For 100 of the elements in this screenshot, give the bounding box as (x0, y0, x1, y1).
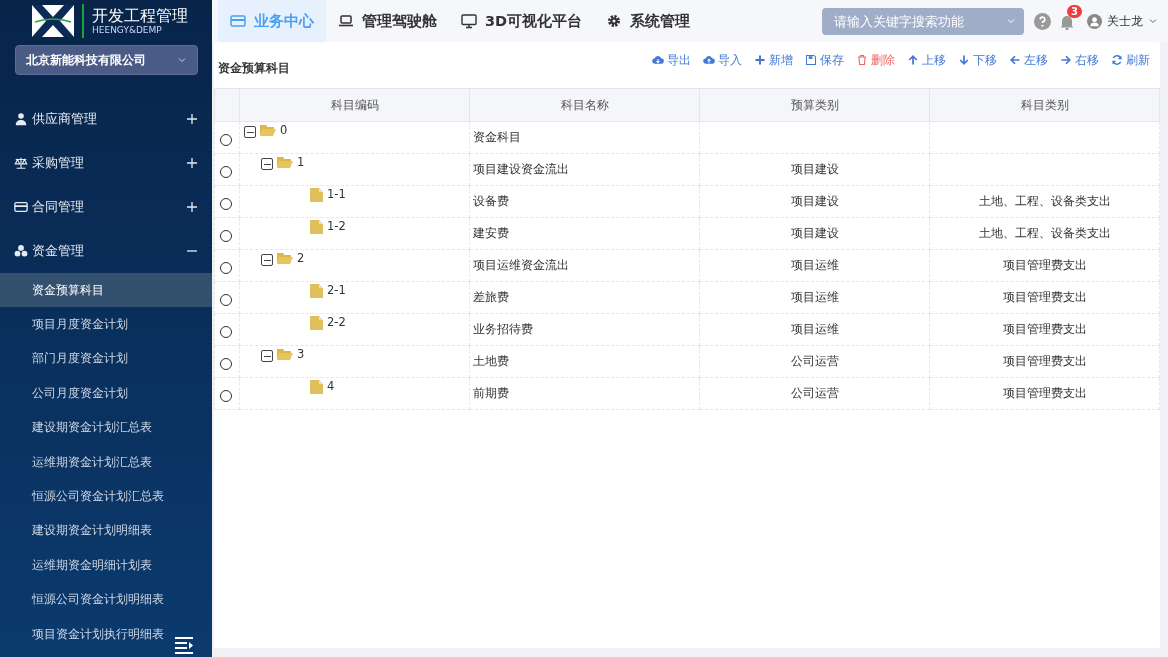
folder-icon (260, 124, 276, 137)
table-cell: 资金科目 (473, 130, 521, 144)
table-cell: 项目建设 (790, 194, 839, 208)
table-cell: 项目管理费支出 (1002, 386, 1087, 400)
file-icon (310, 284, 323, 298)
collapse-toggle[interactable] (261, 350, 273, 362)
table-cell: 项目管理费支出 (1002, 322, 1087, 336)
table-cell: 建安费 (473, 226, 509, 240)
notification-badge: 3 (1067, 5, 1082, 18)
tree-code: 1-1 (327, 187, 346, 201)
avatar-icon (1087, 13, 1102, 29)
sidebar-item[interactable]: 项目月度资金计划 (0, 307, 212, 342)
tree-code: 1-2 (327, 219, 346, 233)
chevron-down-icon (1006, 16, 1016, 26)
sidebar-group[interactable]: 采购管理 (0, 141, 212, 185)
toolbar-button[interactable]: 下移 (958, 51, 997, 69)
folder-icon (277, 348, 293, 361)
person-icon (14, 112, 28, 126)
sidebar-group[interactable]: 供应商管理 (0, 97, 212, 141)
tree-code: 0 (280, 123, 288, 137)
table-cell: 项目建设资金流出 (473, 162, 569, 176)
cloud-upload-icon (703, 54, 715, 66)
table-cell: 项目运维 (790, 322, 839, 336)
arrow-down-icon (958, 54, 970, 66)
column-header: 科目名称 (469, 88, 700, 122)
toolbar-button[interactable]: 导入 (703, 51, 742, 69)
help-icon[interactable] (1034, 12, 1051, 30)
nav-tab[interactable]: 3D可视化平台 (449, 0, 595, 42)
collapse-toggle[interactable] (244, 126, 256, 138)
search-box[interactable]: 请输入关键字搜索功能 (822, 7, 1024, 35)
sidebar-group[interactable]: 合同管理 (0, 185, 212, 229)
table-cell: 土地费 (473, 354, 509, 368)
monitor-icon (461, 13, 477, 29)
table-cell: 项目管理费支出 (1002, 354, 1087, 368)
plus-icon (186, 157, 198, 169)
column-header: 科目编码 (239, 88, 470, 122)
table-cell: 业务招待费 (473, 322, 533, 336)
arrow-up-icon (907, 54, 919, 66)
sidebar-group[interactable]: 资金管理 (0, 229, 212, 273)
plus-icon (186, 113, 198, 125)
table-cell: 项目管理费支出 (1002, 258, 1087, 272)
nav-tab[interactable]: 管理驾驶舱 (326, 0, 449, 42)
tree-code: 4 (327, 379, 335, 393)
logo-icon (32, 5, 74, 37)
sidebar-item[interactable]: 公司月度资金计划 (0, 376, 212, 411)
settings-icon (606, 13, 623, 29)
table-cell: 项目建设 (790, 162, 839, 176)
laptop-icon (338, 13, 354, 29)
sidebar-item[interactable]: 部门月度资金计划 (0, 341, 212, 377)
arrow-left-icon (1009, 54, 1021, 66)
column-header: 科目类别 (929, 88, 1160, 122)
sidebar-item[interactable]: 建设期资金计划明细表 (0, 513, 212, 549)
toolbar-button[interactable]: 导出 (652, 51, 691, 69)
user-name[interactable]: 关士龙 (1107, 12, 1143, 30)
card-icon (14, 200, 28, 214)
toolbar-button[interactable]: 上移 (907, 51, 946, 69)
tree-code: 2-2 (327, 315, 346, 329)
table-cell: 项目运维 (790, 290, 839, 304)
sidebar-item[interactable]: 建设期资金计划汇总表 (0, 410, 212, 445)
file-icon (310, 316, 323, 330)
toolbar-button[interactable]: 新增 (754, 51, 793, 69)
table-cell: 前期费 (473, 386, 509, 400)
card-icon (230, 13, 246, 29)
toolbar-button[interactable]: 左移 (1009, 51, 1048, 69)
tree-code: 1 (297, 155, 305, 169)
sidebar-item[interactable]: 运维期资金计划汇总表 (0, 444, 212, 480)
tree-code: 3 (297, 347, 305, 361)
column-header: 预算类别 (699, 88, 930, 122)
folder-icon (277, 252, 293, 265)
arrow-right-icon (1060, 54, 1072, 66)
nav-tab[interactable]: 系统管理 (594, 0, 703, 42)
toolbar-button[interactable]: 刷新 (1111, 51, 1150, 69)
tree-code: 2-1 (327, 283, 346, 297)
sidebar-item[interactable]: 资金预算科目 (0, 273, 212, 308)
file-icon (310, 380, 323, 394)
folder-icon (277, 156, 293, 169)
toolbar-button[interactable]: 保存 (805, 51, 844, 69)
collapse-toggle[interactable] (261, 254, 273, 266)
save-icon (805, 54, 817, 66)
toolbar-button[interactable]: 右移 (1060, 51, 1099, 69)
sidebar-item[interactable]: 恒源公司资金计划明细表 (0, 582, 212, 617)
tree-code: 2 (297, 251, 305, 265)
sidebar-item[interactable]: 项目资金计划执行明细表 (0, 616, 212, 652)
collapse-toggle[interactable] (261, 158, 273, 170)
table-cell: 差旅费 (473, 290, 509, 304)
refresh-icon (1111, 54, 1123, 66)
company-select[interactable]: 北京新能科技有限公司 (15, 45, 198, 75)
sidebar-item[interactable]: 运维期资金明细计划表 (0, 548, 212, 583)
bell-icon[interactable] (1059, 14, 1075, 30)
chevron-down-icon (177, 55, 187, 65)
menu-icon[interactable] (174, 636, 194, 654)
table-cell: 设备费 (473, 194, 509, 208)
sidebar-item[interactable]: 恒源公司资金计划汇总表 (0, 479, 212, 514)
file-icon (310, 188, 323, 202)
table-cell: 公司运营 (790, 386, 839, 400)
scale-icon (14, 156, 28, 170)
panel-title: 资金预算科目 (218, 60, 290, 76)
search-field[interactable]: 请输入关键字搜索功能 (832, 12, 1002, 30)
plus-icon (186, 201, 198, 213)
cloud-download-icon (652, 54, 664, 66)
